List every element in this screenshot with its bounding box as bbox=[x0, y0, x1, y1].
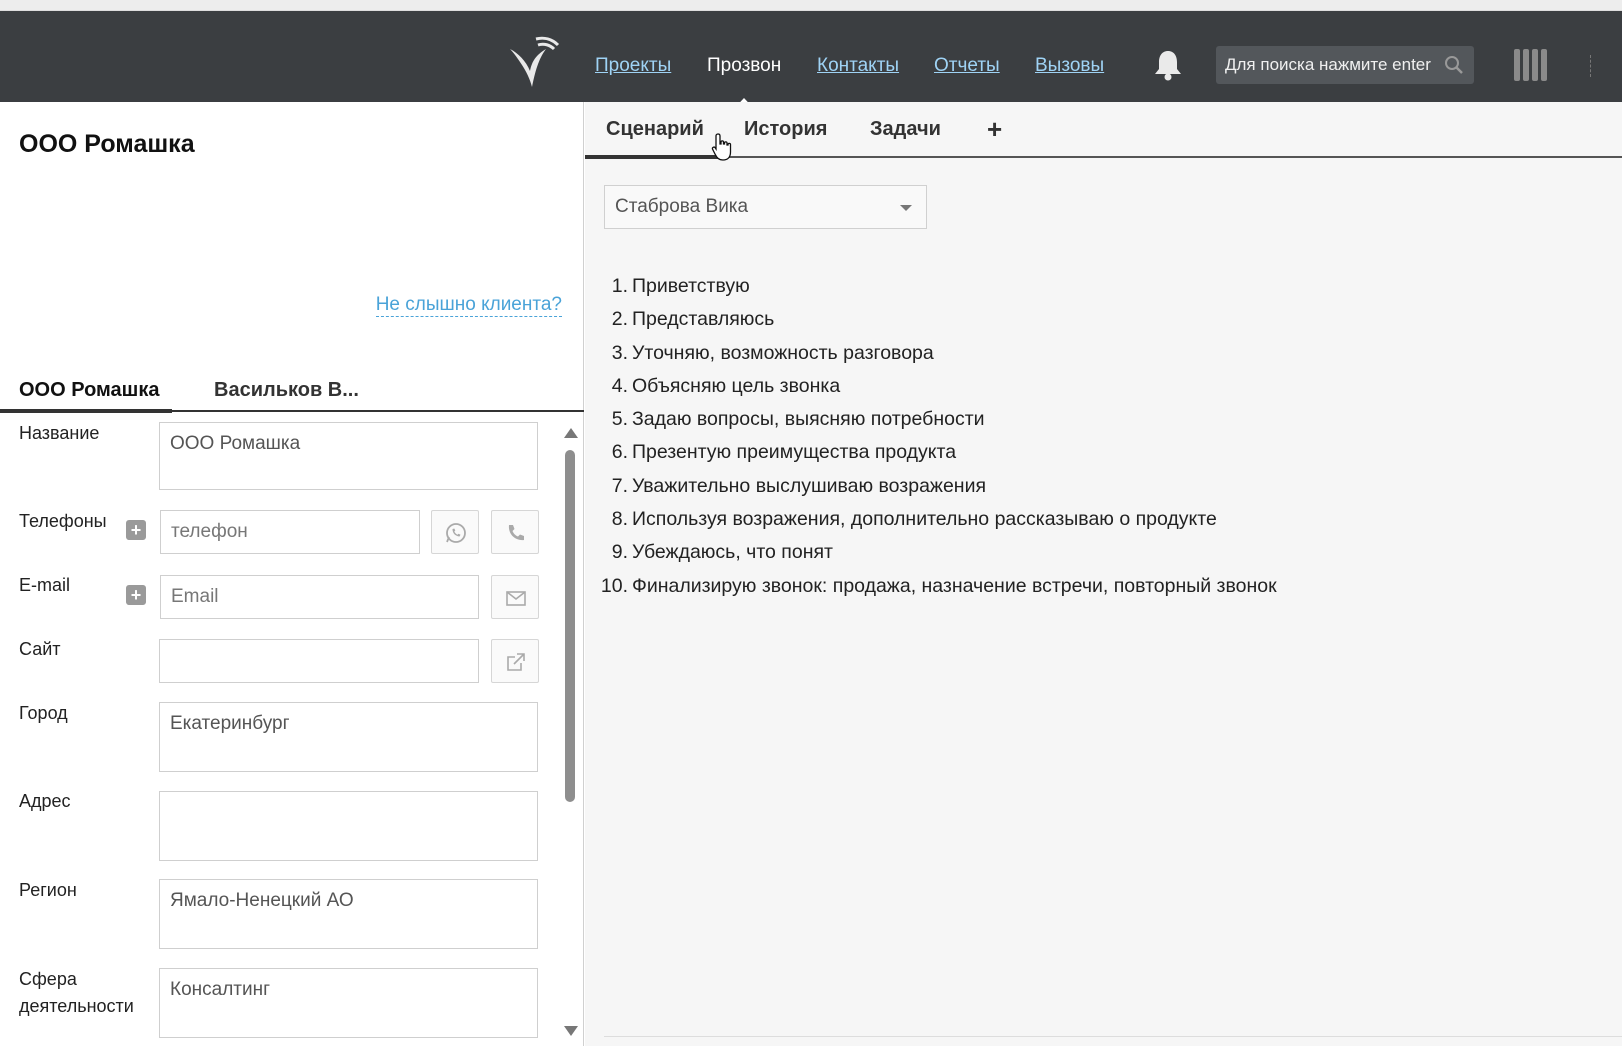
company-title: ООО Ромашка bbox=[19, 130, 195, 158]
script-item: 10. Финализирую звонок: продажа, назначен… bbox=[585, 575, 1585, 608]
script-item-number: 8. bbox=[611, 508, 628, 531]
nav-calling[interactable]: Прозвон bbox=[707, 55, 781, 77]
script-item-text: Презентую преимущества продукта bbox=[632, 441, 957, 464]
script-item-text: Задаю вопросы, выясняю потребности bbox=[632, 408, 985, 431]
script-item-number: 1. bbox=[611, 275, 628, 297]
nav-divider bbox=[1590, 55, 1591, 77]
script-item-number: 6. bbox=[611, 441, 628, 464]
script-item: 3. Уточняю, возможность разговора bbox=[585, 342, 1585, 375]
tab-tasks[interactable]: Задачи bbox=[870, 118, 941, 141]
browser-top-strip bbox=[0, 0, 1622, 11]
script-item-text: Объясняю цель звонка bbox=[632, 374, 841, 397]
sphere-label-line2: деятельности bbox=[19, 996, 134, 1016]
app-logo[interactable] bbox=[508, 31, 560, 89]
script-item-number: 7. bbox=[611, 474, 628, 497]
bell-icon[interactable] bbox=[1153, 49, 1183, 81]
scroll-up-arrow[interactable] bbox=[564, 428, 578, 438]
active-tab-underline bbox=[0, 409, 172, 413]
script-item-text: Убеждаюсь, что понят bbox=[632, 541, 833, 564]
sphere-field[interactable]: Консалтинг bbox=[159, 968, 538, 1038]
nav-projects[interactable]: Проекты bbox=[595, 55, 671, 77]
email-field[interactable] bbox=[160, 575, 479, 619]
script-item: 4. Объясняю цель звонка bbox=[585, 375, 1585, 408]
script-item: 8. Используя возражения, дополнительно ра… bbox=[585, 508, 1585, 541]
external-link-icon bbox=[507, 653, 525, 671]
add-email-button[interactable]: + bbox=[126, 585, 146, 605]
script-item: 1. Приветствую bbox=[585, 275, 1585, 308]
operator-select[interactable]: Стаброва Вика bbox=[604, 185, 927, 229]
add-tab-button[interactable]: + bbox=[987, 114, 1002, 145]
phone-icon bbox=[508, 525, 524, 541]
script-item: 7. Уважительно выслушиваю возражения bbox=[585, 475, 1585, 508]
city-field[interactable]: Екатеринбург bbox=[159, 702, 538, 772]
chevron-down-icon bbox=[900, 205, 912, 211]
script-item: 6. Презентую преимущества продукта bbox=[585, 441, 1585, 474]
name-field[interactable]: ООО Ромашка bbox=[159, 422, 538, 490]
call-button[interactable] bbox=[491, 510, 539, 554]
add-phone-button[interactable]: + bbox=[126, 520, 146, 540]
name-label: Название bbox=[19, 423, 100, 443]
address-label: Адрес bbox=[19, 791, 71, 811]
operator-select-value: Стаброва Вика bbox=[615, 196, 749, 217]
barcode-menu-icon[interactable] bbox=[1513, 47, 1549, 83]
hand-cursor-icon bbox=[711, 133, 732, 161]
tab-history[interactable]: История bbox=[744, 118, 827, 141]
open-site-button[interactable] bbox=[491, 639, 539, 683]
form-scrollbar[interactable] bbox=[562, 414, 578, 1036]
script-tabs: Сценарий История Задачи + bbox=[585, 102, 1622, 161]
script-item-number: 3. bbox=[611, 341, 628, 364]
nav-contacts[interactable]: Контакты bbox=[817, 55, 899, 77]
cant-hear-client-link[interactable]: Не слышно клиента? bbox=[375, 294, 562, 317]
script-item-text: Уважительно выслушиваю возражения bbox=[632, 474, 987, 497]
tab-scenario[interactable]: Сценарий bbox=[606, 118, 704, 141]
script-item: 5. Задаю вопросы, выясняю потребности bbox=[585, 408, 1585, 441]
region-field[interactable]: Ямало-Ненецкий АО bbox=[159, 879, 538, 949]
scroll-down-arrow[interactable] bbox=[564, 1026, 578, 1036]
whatsapp-button[interactable] bbox=[431, 510, 479, 554]
script-item-text: Уточняю, возможность разговора bbox=[632, 341, 934, 364]
script-item: 9. Убеждаюсь, что понят bbox=[585, 541, 1585, 574]
contact-tabs: ООО Ромашка Васильков В... bbox=[0, 360, 584, 413]
script-item-number: 4. bbox=[611, 374, 628, 397]
top-navbar: Проекты Прозвон Контакты Отчеты Вызовы bbox=[0, 11, 1622, 113]
scroll-thumb[interactable] bbox=[565, 450, 575, 802]
contact-panel: ООО Ромашка Не слышно клиента? ООО Ромаш… bbox=[0, 102, 584, 1046]
phone-field[interactable] bbox=[160, 510, 420, 554]
panel-bottom-divider bbox=[604, 1036, 1622, 1037]
whatsapp-icon bbox=[446, 523, 466, 543]
send-email-button[interactable] bbox=[491, 575, 539, 619]
script-panel: Сценарий История Задачи + Стаброва Вика … bbox=[585, 102, 1622, 1046]
site-field[interactable] bbox=[159, 639, 479, 683]
script-item-text: Используя возражения, дополнительно расс… bbox=[632, 508, 1217, 531]
phones-label: Телефоны bbox=[19, 511, 107, 531]
nav-reports[interactable]: Отчеты bbox=[934, 55, 1000, 77]
script-item: 2. Представляюсь bbox=[585, 308, 1585, 341]
sphere-label-line1: Сфера bbox=[19, 969, 77, 989]
address-field[interactable] bbox=[159, 791, 538, 861]
email-label: E-mail bbox=[19, 575, 71, 595]
envelope-icon bbox=[506, 591, 526, 606]
script-item-text: Приветствую bbox=[632, 275, 750, 297]
tab-company[interactable]: ООО Ромашка bbox=[19, 379, 159, 402]
active-tab-underline bbox=[585, 155, 720, 159]
script-item-number: 5. bbox=[611, 408, 628, 431]
script-item-number: 9. bbox=[611, 541, 628, 564]
script-item-number: 10. bbox=[600, 574, 628, 597]
call-script-list: 1. Приветствую 2. Представляюсь 3. Уточняю,… bbox=[585, 275, 1585, 608]
script-item-number: 2. bbox=[611, 308, 628, 331]
global-search[interactable] bbox=[1216, 46, 1474, 84]
site-label: Сайт bbox=[19, 639, 61, 659]
search-input[interactable] bbox=[1216, 46, 1436, 84]
script-item-text: Представляюсь bbox=[632, 308, 775, 331]
sphere-label: Сфера деятельности bbox=[19, 966, 134, 1020]
region-label: Регион bbox=[19, 880, 77, 900]
city-label: Город bbox=[19, 703, 68, 723]
search-icon[interactable] bbox=[1444, 55, 1464, 75]
contact-form: Название ООО Ромашка Телефоны + E-mail + bbox=[0, 414, 560, 1046]
script-item-text: Финализирую звонок: продажа, назначение … bbox=[632, 574, 1277, 597]
nav-calls[interactable]: Вызовы bbox=[1035, 55, 1104, 77]
tab-person[interactable]: Васильков В... bbox=[214, 379, 359, 402]
